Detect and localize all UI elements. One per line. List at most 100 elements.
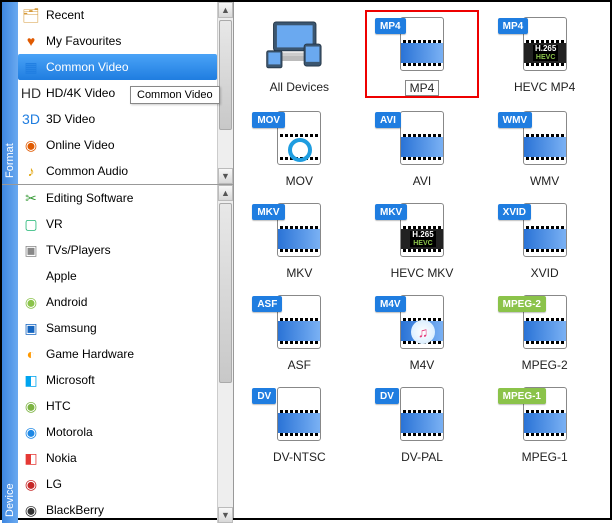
scroll-up-icon[interactable]: ▲: [218, 185, 233, 201]
format-label: Online Video: [46, 138, 115, 152]
tile-thumb: [264, 12, 334, 76]
format-badge: DV: [375, 388, 399, 404]
format-icon: ▦: [22, 58, 40, 76]
format-badge: MP4: [375, 18, 406, 34]
tile-thumb: MP4: [387, 12, 457, 76]
device-tab[interactable]: Device: [2, 185, 18, 523]
scroll-down-icon[interactable]: ▼: [218, 168, 233, 184]
format-tile[interactable]: MPEG-2MPEG-2: [487, 288, 602, 374]
tile-thumb: MPEG-2: [510, 290, 580, 354]
tooltip: Common Video: [130, 86, 220, 104]
device-label: LG: [46, 477, 62, 491]
tile-thumb: DV: [264, 382, 334, 446]
format-badge: MOV: [252, 112, 285, 128]
tile-thumb: MKV: [264, 198, 334, 262]
device-item[interactable]: ◧Microsoft: [18, 367, 217, 393]
device-item[interactable]: ▢VR: [18, 211, 217, 237]
scroll-up-icon[interactable]: ▲: [218, 2, 233, 18]
format-badge: MP4: [498, 18, 529, 34]
music-note-icon: ♫: [411, 320, 435, 344]
all-devices-icon: [264, 12, 334, 76]
device-icon: ✂: [22, 189, 40, 207]
format-tile[interactable]: ♫M4VM4V: [365, 288, 480, 374]
format-icon: ◉: [22, 136, 40, 154]
device-item[interactable]: ▣ TVs/Players: [18, 237, 217, 263]
format-tile[interactable]: MOVMOV: [242, 104, 357, 190]
device-icon: ▢: [22, 215, 40, 233]
tile-label: WMV: [530, 174, 559, 188]
device-icon: ▣: [22, 241, 40, 259]
file-icon: [277, 295, 321, 349]
device-item[interactable]: Apple: [18, 263, 217, 289]
format-badge: WMV: [498, 112, 532, 128]
tile-label: MPEG-2: [522, 358, 568, 372]
device-label: Samsung: [46, 321, 97, 335]
device-label: Apple: [46, 269, 77, 283]
device-item[interactable]: ◉Motorola: [18, 419, 217, 445]
format-label: Recent: [46, 8, 84, 22]
device-item[interactable]: ◐Game Hardware: [18, 341, 217, 367]
tile-thumb: AVI: [387, 106, 457, 170]
device-scrollbar[interactable]: ▲ ▼: [217, 185, 233, 523]
device-icon: ◐: [22, 345, 40, 363]
format-label: Common Audio: [46, 164, 128, 178]
tile-thumb: MOV: [264, 106, 334, 170]
device-item[interactable]: ◉LG: [18, 471, 217, 497]
tile-label: HEVC MKV: [391, 266, 454, 280]
device-item[interactable]: ◉BlackBerry: [18, 497, 217, 523]
tile-label: MOV: [286, 174, 313, 188]
format-tile[interactable]: MPEG-1MPEG-1: [487, 380, 602, 466]
tile-thumb: H.265HEVCMP4: [510, 12, 580, 76]
format-icon: ♪: [22, 162, 40, 180]
device-item[interactable]: ◉Android: [18, 289, 217, 315]
format-badge: MPEG-2: [498, 296, 546, 312]
tile-label: HEVC MP4: [514, 80, 575, 94]
format-item[interactable]: 3D3D Video: [18, 106, 217, 132]
format-tile[interactable]: All Devices: [242, 10, 357, 98]
format-tile[interactable]: DV DV-PAL: [365, 380, 480, 466]
sidebar: Format 🗂Recent♥My Favourites▦Common Vide…: [2, 2, 234, 518]
format-label: HD/4K Video: [46, 86, 115, 100]
device-icon: ◉: [22, 397, 40, 415]
format-tile[interactable]: ASFASF: [242, 288, 357, 374]
format-icon: HD: [22, 84, 40, 102]
tile-label: M4V: [410, 358, 435, 372]
tile-label: MPEG-1: [522, 450, 568, 464]
format-tile[interactable]: DVDV-NTSC: [242, 380, 357, 466]
format-tile[interactable]: H.265HEVCMKVHEVC MKV: [365, 196, 480, 282]
format-tile[interactable]: MP4MP4: [365, 10, 480, 98]
tile-label: AVI: [413, 174, 431, 188]
format-tile[interactable]: XVID XVID: [487, 196, 602, 282]
format-item[interactable]: ◉ Online Video: [18, 132, 217, 158]
file-icon: ♫: [400, 295, 444, 349]
format-badge: XVID: [498, 204, 531, 220]
device-label: TVs/Players: [46, 243, 111, 257]
device-label: Android: [46, 295, 87, 309]
scroll-down-icon[interactable]: ▼: [218, 507, 233, 523]
device-item[interactable]: ◧Nokia: [18, 445, 217, 471]
codec-sublabel: H.265HEVC: [527, 43, 565, 63]
tile-label: DV-PAL: [401, 450, 443, 464]
scroll-thumb[interactable]: [219, 203, 232, 383]
tile-label: MP4: [405, 80, 440, 96]
device-item[interactable]: ◉ HTC: [18, 393, 217, 419]
format-tile[interactable]: AVI AVI: [365, 104, 480, 190]
device-icon: ◉: [22, 501, 40, 519]
format-item[interactable]: 🗂Recent: [18, 2, 217, 28]
format-tile[interactable]: H.265HEVCMP4HEVC MP4: [487, 10, 602, 98]
format-icon: ♥: [22, 32, 40, 50]
device-icon: ◧: [22, 449, 40, 467]
format-tab[interactable]: Format: [2, 2, 18, 184]
device-icon: [22, 267, 40, 285]
device-label: HTC: [46, 399, 71, 413]
scroll-thumb[interactable]: [219, 20, 232, 130]
format-badge: ASF: [252, 296, 282, 312]
format-item[interactable]: ♪ Common Audio: [18, 158, 217, 184]
tile-label: XVID: [531, 266, 559, 280]
format-item[interactable]: ♥My Favourites: [18, 28, 217, 54]
format-item[interactable]: ▦Common Video: [18, 54, 217, 80]
format-tile[interactable]: WMV WMV: [487, 104, 602, 190]
device-item[interactable]: ✂Editing Software: [18, 185, 217, 211]
device-item[interactable]: ▣Samsung: [18, 315, 217, 341]
format-tile[interactable]: MKVMKV: [242, 196, 357, 282]
